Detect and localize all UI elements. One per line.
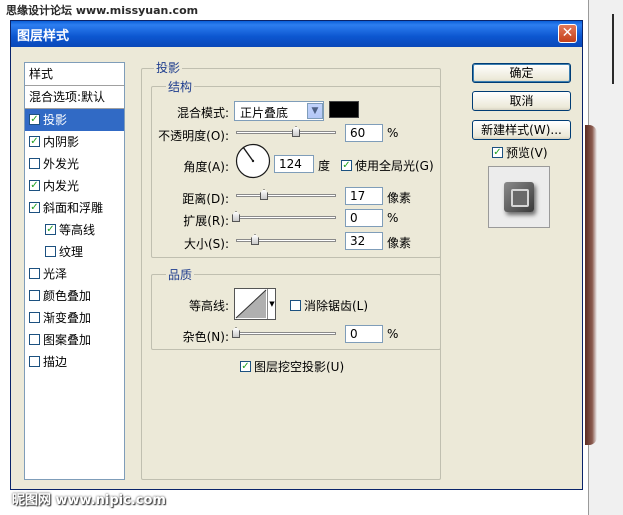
- blend-options-item[interactable]: 混合选项:默认: [25, 86, 124, 109]
- global-light-checkbox[interactable]: ✓: [341, 160, 352, 171]
- angle-field[interactable]: 124: [274, 155, 314, 173]
- size-field[interactable]: 32: [345, 232, 383, 250]
- anti-alias-checkbox[interactable]: [290, 300, 301, 311]
- style-item-label: 投影: [43, 113, 68, 127]
- style-item[interactable]: 光泽: [25, 263, 124, 285]
- blend-mode-label: 混合模式:: [176, 106, 229, 120]
- angle-label: 角度(A):: [183, 160, 229, 174]
- noise-field[interactable]: 0: [345, 325, 383, 343]
- noise-unit: %: [387, 327, 399, 341]
- distance-field[interactable]: 17: [345, 187, 383, 205]
- style-item[interactable]: 渐变叠加: [25, 307, 124, 329]
- knockout-checkbox[interactable]: ✓: [240, 361, 251, 372]
- style-item-checkbox[interactable]: ✓: [29, 202, 40, 213]
- spread-label: 扩展(R):: [183, 214, 229, 228]
- style-item-label: 内阴影: [43, 135, 80, 149]
- contour-dropdown-icon[interactable]: ▼: [267, 289, 276, 319]
- quality-title: 品质: [166, 266, 195, 283]
- global-light-label[interactable]: 使用全局光(G): [355, 157, 434, 174]
- angle-unit: 度: [318, 159, 331, 173]
- style-item-label: 渐变叠加: [43, 311, 92, 325]
- style-item[interactable]: ✓ 斜面和浮雕: [25, 197, 124, 219]
- background-shadow-preview: [585, 125, 597, 445]
- spread-field[interactable]: 0: [345, 209, 383, 227]
- knockout-label[interactable]: 图层挖空投影(U): [254, 358, 344, 375]
- style-item-label: 外发光: [43, 157, 80, 171]
- preview-checkbox[interactable]: ✓: [492, 147, 503, 158]
- styles-header-label: 样式: [29, 67, 54, 81]
- opacity-unit: %: [387, 126, 399, 140]
- size-label: 大小(S):: [183, 237, 229, 251]
- opacity-label: 不透明度(O):: [158, 129, 229, 143]
- distance-unit: 像素: [387, 191, 412, 205]
- style-item[interactable]: 纹理: [25, 241, 124, 263]
- preview-swatch: [504, 182, 534, 212]
- dialog-title: 图层样式: [17, 29, 70, 44]
- shadow-color-swatch[interactable]: [329, 101, 359, 118]
- style-item[interactable]: ✓ 内阴影: [25, 131, 124, 153]
- contour-label: 等高线:: [188, 299, 229, 313]
- style-item-checkbox[interactable]: ✓: [29, 136, 40, 147]
- blend-mode-select[interactable]: 正片叠底 ▼: [234, 101, 324, 121]
- style-item-label: 斜面和浮雕: [43, 201, 104, 215]
- noise-label: 杂色(N):: [182, 330, 229, 344]
- style-item-checkbox[interactable]: [29, 334, 40, 345]
- spread-slider-track[interactable]: [236, 216, 336, 219]
- blend-mode-value: 正片叠底: [240, 106, 289, 120]
- style-item-checkbox[interactable]: ✓: [29, 114, 40, 125]
- title-bar[interactable]: 图层样式 ✕: [11, 21, 582, 47]
- style-item[interactable]: ✓ 等高线: [25, 219, 124, 241]
- style-item[interactable]: 图案叠加: [25, 329, 124, 351]
- angle-dial[interactable]: [235, 143, 271, 179]
- style-item-checkbox[interactable]: [29, 158, 40, 169]
- close-icon: ✕: [561, 25, 574, 41]
- style-item-label: 颜色叠加: [43, 289, 92, 303]
- style-item-checkbox[interactable]: [29, 268, 40, 279]
- blend-options-label: 混合选项:默认: [29, 90, 106, 104]
- anti-alias-label[interactable]: 消除锯齿(L): [304, 297, 368, 314]
- new-style-button[interactable]: 新建样式(W)...: [472, 120, 571, 140]
- styles-list-header[interactable]: 样式: [25, 63, 124, 86]
- styles-list: 样式 混合选项:默认 ✓ 投影 ✓ 内阴影 外发光 ✓ 内发光 ✓ 斜面和浮雕 ✓ 等高线 纹理 光泽颜…: [24, 62, 125, 480]
- style-item-checkbox[interactable]: ✓: [45, 224, 56, 235]
- size-unit: 像素: [387, 236, 412, 250]
- preview-label[interactable]: 预览(V): [506, 144, 548, 161]
- contour-preview-icon: [235, 289, 267, 319]
- contour-picker[interactable]: ▼: [234, 288, 276, 320]
- distance-label: 距离(D):: [182, 192, 229, 206]
- style-item-label: 内发光: [43, 179, 80, 193]
- noise-slider-track[interactable]: [236, 332, 336, 335]
- style-item-label: 光泽: [43, 267, 68, 281]
- layer-style-dialog: 图层样式 ✕ 样式 混合选项:默认 ✓ 投影 ✓ 内阴影 外发光 ✓ 内发光 ✓ 斜面和浮雕 ✓ 等…: [10, 20, 583, 490]
- preview-swatch-inner: [511, 189, 529, 207]
- opacity-slider-track[interactable]: [236, 131, 336, 134]
- style-item-label: 等高线: [59, 223, 96, 237]
- opacity-field[interactable]: 60: [345, 124, 383, 142]
- style-item-checkbox[interactable]: ✓: [29, 180, 40, 191]
- watermark-top: 思缘设计论坛 www.missyuan.com: [6, 4, 199, 17]
- style-item[interactable]: ✓ 投影: [25, 109, 124, 131]
- cancel-button[interactable]: 取消: [472, 91, 571, 111]
- drop-shadow-title: 投影: [154, 59, 183, 76]
- style-preview-thumbnail: [488, 166, 550, 228]
- distance-slider-track[interactable]: [236, 194, 336, 197]
- style-item-checkbox[interactable]: [45, 246, 56, 257]
- background-panel-edge: [612, 14, 614, 84]
- ok-button[interactable]: 确定: [472, 63, 571, 83]
- style-item-checkbox[interactable]: [29, 290, 40, 301]
- style-item-label: 图案叠加: [43, 333, 92, 347]
- style-item-label: 描边: [43, 355, 68, 369]
- close-button[interactable]: ✕: [558, 24, 577, 43]
- style-item[interactable]: 颜色叠加: [25, 285, 124, 307]
- style-item-checkbox[interactable]: [29, 356, 40, 367]
- chevron-down-icon[interactable]: ▼: [307, 103, 323, 119]
- style-item[interactable]: 外发光: [25, 153, 124, 175]
- style-item[interactable]: 描边: [25, 351, 124, 373]
- spread-unit: %: [387, 211, 399, 225]
- structure-title: 结构: [166, 78, 195, 95]
- watermark-bottom: 昵图网 www.nipic.com: [12, 493, 166, 508]
- style-item-checkbox[interactable]: [29, 312, 40, 323]
- style-item[interactable]: ✓ 内发光: [25, 175, 124, 197]
- style-item-label: 纹理: [59, 245, 84, 259]
